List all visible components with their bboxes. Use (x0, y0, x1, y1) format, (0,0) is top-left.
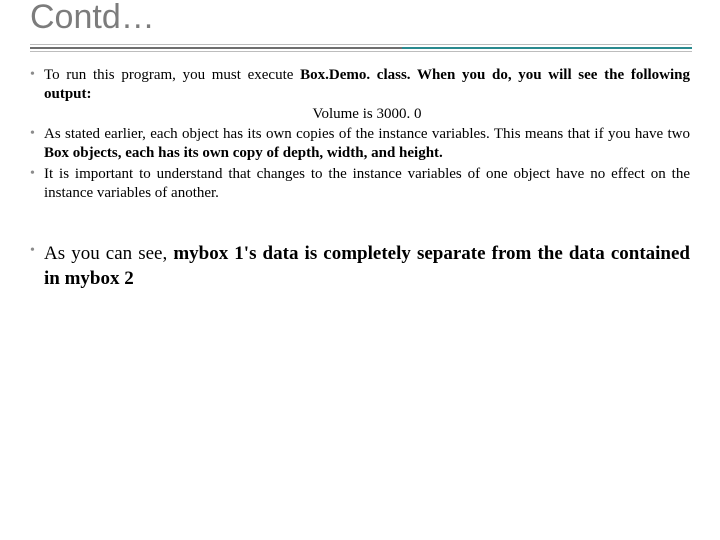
text: As stated earlier, each object has its o… (44, 126, 690, 142)
slide-title: Contd… (30, 0, 690, 34)
slide: Contd… To run this program, you must exe… (0, 0, 720, 540)
text-bold: Box objects, each has its own copy of de… (44, 145, 443, 161)
list-item: It is important to understand that chang… (30, 165, 690, 203)
list-item: To run this program, you must execute Bo… (30, 66, 690, 123)
output-line: Volume is 3000. 0 (44, 105, 690, 124)
title-area: Contd… (0, 0, 720, 34)
content-area: To run this program, you must execute Bo… (0, 62, 720, 292)
title-rules (0, 44, 720, 62)
text: As you can see, (44, 243, 173, 264)
bullet-list: To run this program, you must execute Bo… (30, 66, 690, 292)
text: To run this program, you must execute (44, 67, 300, 83)
list-item-summary: As you can see, mybox 1's data is comple… (30, 242, 690, 291)
text: It is important to understand that chang… (44, 166, 690, 201)
list-item: As stated earlier, each object has its o… (30, 125, 690, 163)
